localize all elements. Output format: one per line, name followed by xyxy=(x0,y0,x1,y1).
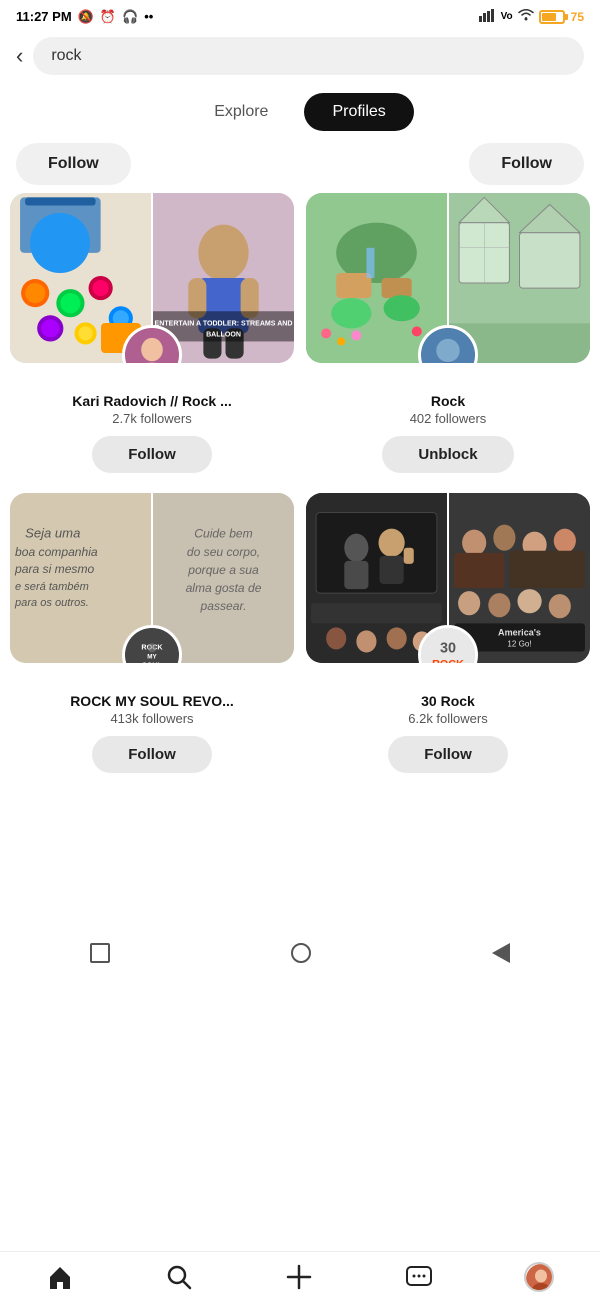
soul-name: ROCK MY SOUL REVO... xyxy=(66,693,238,709)
android-recents-button[interactable] xyxy=(90,943,110,963)
vo-icon: Vo xyxy=(501,11,513,22)
svg-text:Cuide bem: Cuide bem xyxy=(194,527,252,541)
bottom-nav xyxy=(0,1251,600,1300)
soul-follow-button[interactable]: Follow xyxy=(92,736,212,773)
dots-icon: •• xyxy=(144,9,153,24)
svg-text:BALLOON: BALLOON xyxy=(206,331,241,338)
profiles-content: ENTERTAIN A TODDLER: STREAMS AND BALLOON xyxy=(0,193,600,861)
rock-name: Rock xyxy=(427,393,469,409)
svg-text:12 Go!: 12 Go! xyxy=(507,639,531,648)
kari-images: ENTERTAIN A TODDLER: STREAMS AND BALLOON xyxy=(10,193,294,363)
android-home-button[interactable] xyxy=(291,943,311,963)
battery-icon xyxy=(539,10,565,24)
search-value: rock xyxy=(51,47,81,65)
nav-messages[interactable] xyxy=(405,1263,433,1291)
30rock-name: 30 Rock xyxy=(417,693,479,709)
top-follow-row: Follow Follow xyxy=(0,143,600,193)
wifi-icon xyxy=(517,8,535,25)
svg-text:30: 30 xyxy=(440,640,456,656)
profile-card-soul: Seja uma boa companhia para si mesmo e s… xyxy=(10,493,294,781)
status-bar: 11:27 PM 🔕 ⏰ 🎧 •• Vo 75 xyxy=(0,0,600,29)
tab-profiles[interactable]: Profiles xyxy=(304,93,413,131)
time: 11:27 PM xyxy=(16,9,72,24)
android-back-button[interactable] xyxy=(492,943,510,963)
profiles-grid: ENTERTAIN A TODDLER: STREAMS AND BALLOON xyxy=(0,193,600,781)
alarm-icon: 🔕 xyxy=(78,9,94,25)
svg-text:porque a sua: porque a sua xyxy=(187,563,259,577)
nav-home[interactable] xyxy=(46,1263,74,1291)
svg-text:para os outros.: para os outros. xyxy=(14,597,89,609)
signal-icon xyxy=(479,8,497,25)
profile-card-rock: Rock 402 followers Unblock xyxy=(306,193,590,481)
status-right: Vo 75 xyxy=(479,8,584,25)
kari-followers: 2.7k followers xyxy=(112,411,191,426)
back-button[interactable]: ‹ xyxy=(16,43,23,69)
svg-text:MY: MY xyxy=(147,654,157,661)
nav-add[interactable] xyxy=(285,1263,313,1291)
alarm-clock-icon: ⏰ xyxy=(100,9,116,25)
svg-text:Seja uma: Seja uma xyxy=(25,526,80,541)
profile-card-kari: ENTERTAIN A TODDLER: STREAMS AND BALLOON xyxy=(10,193,294,481)
30rock-follow-button[interactable]: Follow xyxy=(388,736,508,773)
nav-search[interactable] xyxy=(165,1263,193,1291)
tab-explore[interactable]: Explore xyxy=(186,93,296,131)
top-follow-left-button[interactable]: Follow xyxy=(16,143,131,185)
svg-text:passear.: passear. xyxy=(200,599,247,613)
30rock-followers: 6.2k followers xyxy=(408,711,487,726)
rock-avatar-img xyxy=(421,328,475,363)
nav-profile[interactable] xyxy=(524,1262,554,1292)
rock-images xyxy=(306,193,590,363)
svg-text:do seu corpo,: do seu corpo, xyxy=(187,545,260,559)
rock-unblock-button[interactable]: Unblock xyxy=(382,436,513,473)
svg-text:SOUL: SOUL xyxy=(142,661,163,663)
svg-text:ENTERTAIN A TODDLER: STREAMS A: ENTERTAIN A TODDLER: STREAMS AND xyxy=(155,320,293,327)
rock-followers: 402 followers xyxy=(410,411,487,426)
kari-follow-button[interactable]: Follow xyxy=(92,436,212,473)
profile-card-30rock: America's 12 Go! 30 ROCK 30 Rock xyxy=(306,493,590,781)
svg-text:e será também: e será também xyxy=(15,581,89,593)
search-input-wrapper[interactable]: rock xyxy=(33,37,584,75)
svg-text:boa companhia: boa companhia xyxy=(15,545,98,559)
kari-avatar-img xyxy=(125,328,179,363)
tab-bar: Explore Profiles xyxy=(0,87,600,143)
soul-avatar-img: ROCK MY SOUL xyxy=(125,628,179,663)
search-bar-container: ‹ rock xyxy=(0,29,600,87)
svg-text:alma gosta de: alma gosta de xyxy=(186,581,262,595)
30rock-images: America's 12 Go! 30 ROCK xyxy=(306,493,590,663)
soul-images: Seja uma boa companhia para si mesmo e s… xyxy=(10,493,294,663)
headphone-icon: 🎧 xyxy=(122,9,138,25)
kari-name: Kari Radovich // Rock ... xyxy=(68,393,236,409)
svg-text:ROCK: ROCK xyxy=(432,659,464,663)
top-follow-right-button[interactable]: Follow xyxy=(469,143,584,185)
battery-level: 75 xyxy=(571,10,584,24)
30rock-avatar-img: 30 ROCK xyxy=(421,628,475,663)
svg-text:para si mesmo: para si mesmo xyxy=(14,562,94,576)
soul-followers: 413k followers xyxy=(110,711,193,726)
status-left: 11:27 PM 🔕 ⏰ 🎧 •• xyxy=(16,9,153,25)
svg-text:America's: America's xyxy=(498,627,541,637)
android-nav-bar xyxy=(0,931,600,975)
